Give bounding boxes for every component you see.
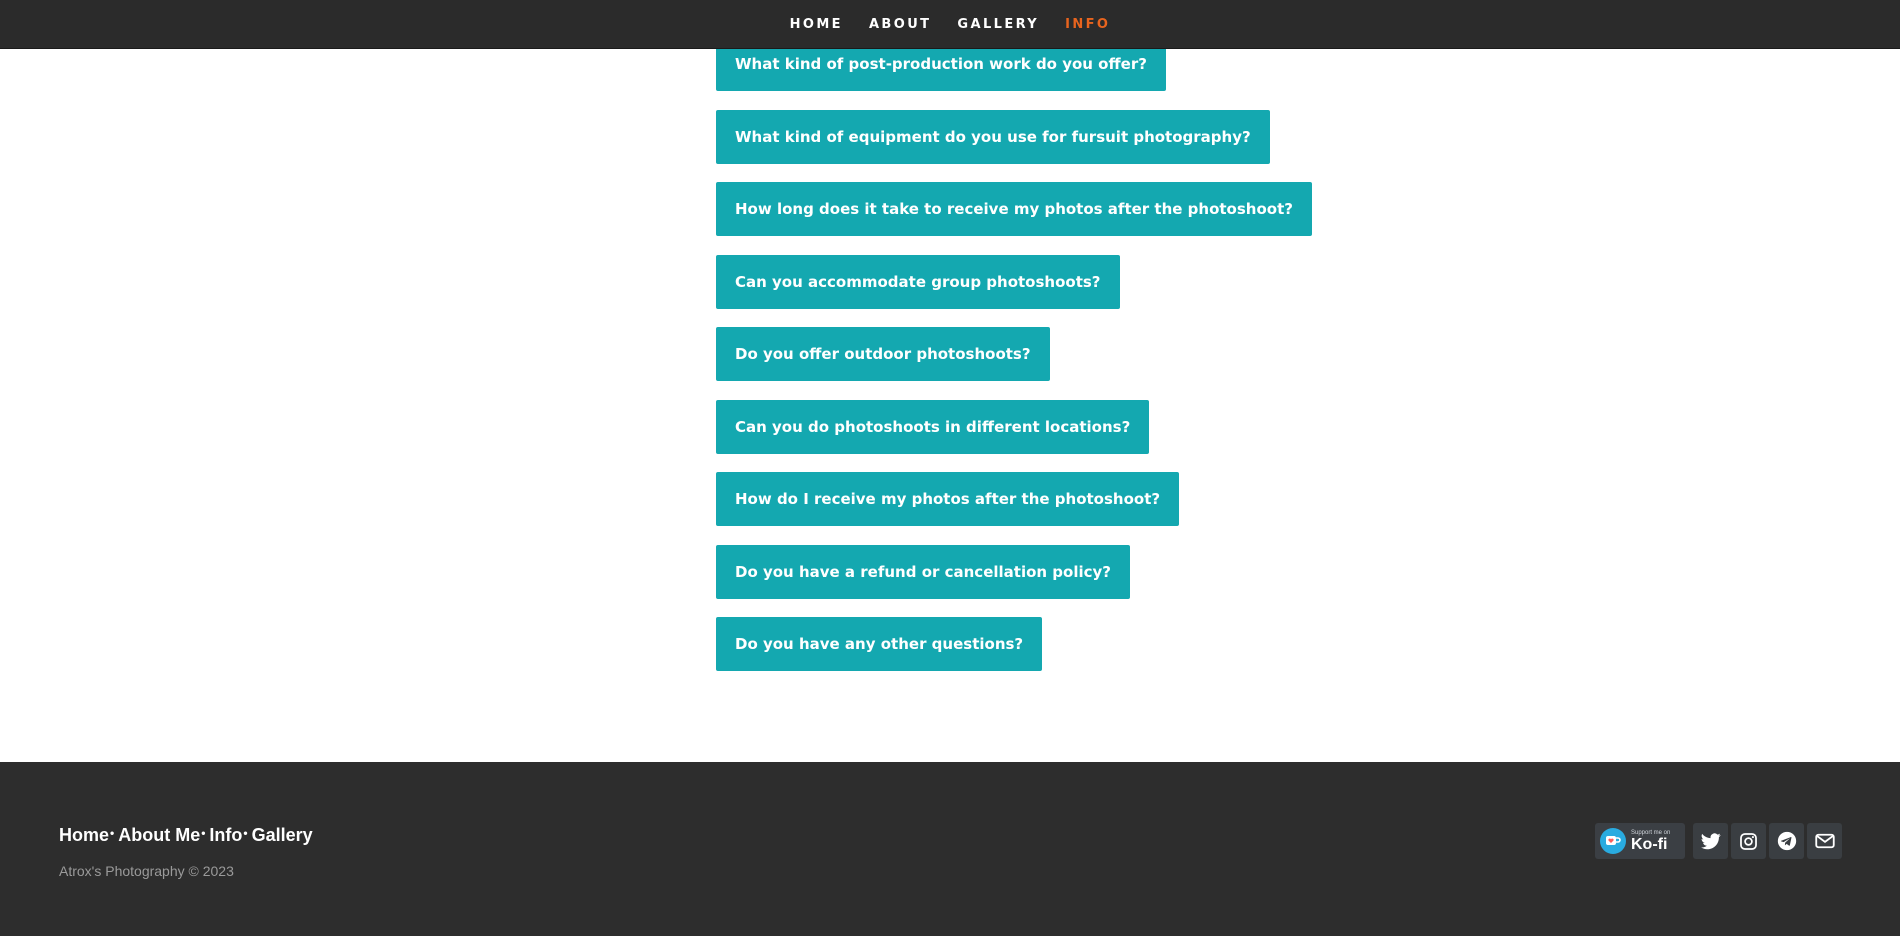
- footer-separator: •: [201, 826, 206, 840]
- kofi-cup-icon: [1600, 828, 1626, 854]
- kofi-button[interactable]: Support me on Ko-fi: [1595, 823, 1685, 859]
- copyright-text: Atrox's Photography © 2023: [59, 863, 234, 879]
- instagram-icon[interactable]: [1731, 823, 1766, 859]
- telegram-icon[interactable]: [1769, 823, 1804, 859]
- faq-question-other[interactable]: Do you have any other questions?: [716, 617, 1043, 671]
- faq-question-outdoor[interactable]: Do you offer outdoor photoshoots?: [716, 327, 1050, 381]
- footer-separator: •: [243, 826, 248, 840]
- faq-question-group-photoshoots[interactable]: Can you accommodate group photoshoots?: [716, 255, 1120, 309]
- faq-question-receive-photos[interactable]: How do I receive my photos after the pho…: [716, 472, 1180, 526]
- kofi-small-text: Support me on: [1631, 829, 1671, 836]
- nav-about[interactable]: ABOUT: [869, 17, 931, 32]
- footer-links: Home • About Me • Info • Gallery: [59, 825, 313, 846]
- social-links: Support me on Ko-fi: [1595, 823, 1842, 859]
- nav-home[interactable]: HOME: [790, 17, 843, 32]
- top-navigation: HOME ABOUT GALLERY INFO: [0, 0, 1900, 49]
- faq-question-refund-policy[interactable]: Do you have a refund or cancellation pol…: [716, 545, 1130, 599]
- faq-question-equipment[interactable]: What kind of equipment do you use for fu…: [716, 110, 1270, 164]
- footer-link-home[interactable]: Home: [59, 825, 109, 846]
- faq-question-delivery-time[interactable]: How long does it take to receive my phot…: [716, 182, 1312, 236]
- footer-link-about-me[interactable]: About Me: [118, 825, 200, 846]
- email-icon[interactable]: [1807, 823, 1842, 859]
- footer-link-info[interactable]: Info: [209, 825, 242, 846]
- twitter-icon[interactable]: [1693, 823, 1728, 859]
- footer-separator: •: [110, 826, 115, 840]
- faq-question-locations[interactable]: Can you do photoshoots in different loca…: [716, 400, 1150, 454]
- kofi-brand-text: Ko-fi: [1631, 835, 1668, 853]
- footer-link-gallery[interactable]: Gallery: [252, 825, 313, 846]
- nav-gallery[interactable]: GALLERY: [957, 17, 1039, 32]
- footer: Home • About Me • Info • Gallery Atrox's…: [0, 762, 1900, 936]
- nav-info[interactable]: INFO: [1065, 17, 1110, 32]
